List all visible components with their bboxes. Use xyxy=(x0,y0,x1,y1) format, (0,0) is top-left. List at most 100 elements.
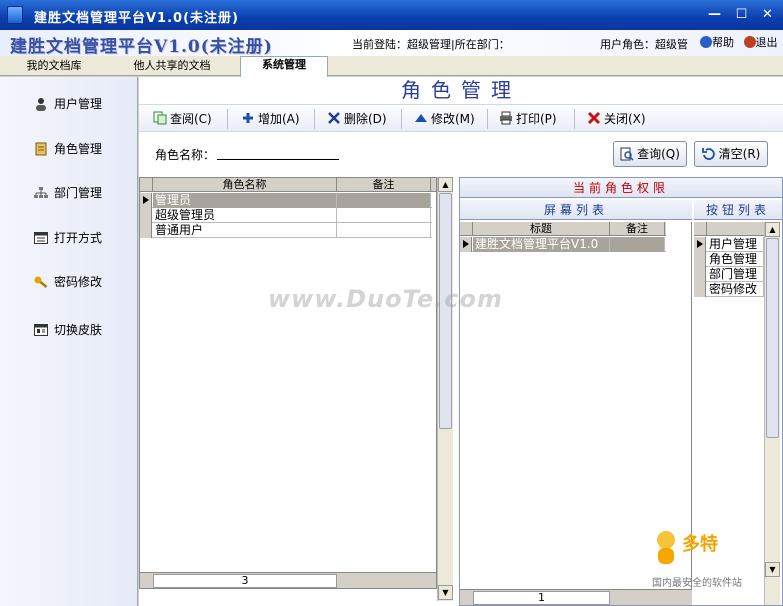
cell-role-name: 管理员 xyxy=(153,193,337,208)
printer-icon xyxy=(500,111,512,125)
exit-icon[interactable] xyxy=(743,36,756,48)
sidebar-item-label: 打开方式 xyxy=(54,231,103,245)
sidebar-item-label: 部门管理 xyxy=(54,186,103,200)
role-info: 用户角色：超级管 xyxy=(600,36,688,52)
row-indicator xyxy=(694,237,706,252)
column-header-role-name[interactable]: 角色名称 xyxy=(153,178,337,192)
toolbar-separator xyxy=(314,109,315,129)
edit-button[interactable]: 修改(M) xyxy=(414,109,475,129)
search-row: 角色名称： 查询(Q) 清空(R) xyxy=(139,134,783,172)
toolbar-separator xyxy=(227,109,228,129)
brand-title: 建胜文档管理平台V1.0(未注册) xyxy=(10,37,273,57)
key-icon xyxy=(34,276,48,288)
tab-system[interactable]: 系统管理 xyxy=(240,56,328,77)
row-indicator xyxy=(694,252,706,267)
cell-button-name: 用户管理 xyxy=(707,237,764,252)
minimize-button[interactable]: — xyxy=(704,5,725,26)
cell-button-name: 部门管理 xyxy=(707,267,764,282)
user-icon xyxy=(36,98,46,111)
app-header: 建胜文档管理平台V1.0(未注册) 当前登陆：超级管理|所在部门： 用户角色：超… xyxy=(0,30,783,57)
edit-label: 修改(M) xyxy=(431,112,475,126)
table-row[interactable]: 管理员 xyxy=(140,193,432,208)
mascot-icon xyxy=(657,531,675,564)
screen-count: 1 xyxy=(473,591,610,605)
cell-note xyxy=(337,193,431,208)
row-indicator xyxy=(694,267,706,282)
grid-corner xyxy=(694,222,707,236)
table-row[interactable]: 建胜文档管理平台V1.0 xyxy=(460,237,666,252)
role-icon xyxy=(35,142,47,156)
title-bar: 建胜文档管理平台V1.0(未注册) — ☐ ✕ xyxy=(0,0,783,30)
role-name-label: 角色名称： xyxy=(155,148,216,162)
close-window-button[interactable]: ✕ xyxy=(757,5,778,26)
toolbar-separator xyxy=(574,109,575,129)
delete-label: 删除(D) xyxy=(344,112,387,126)
tab-my-docs[interactable]: 我的文档库 xyxy=(4,58,104,76)
print-label: 打印(P) xyxy=(516,112,557,126)
clear-button[interactable]: 清空(R) xyxy=(694,141,768,167)
brand-tagline: 国内最安全的软件站 xyxy=(652,578,742,589)
app-icon xyxy=(7,6,23,24)
cell-screen-title: 建胜文档管理平台V1.0 xyxy=(473,237,610,252)
list-item[interactable]: 角色管理 xyxy=(694,252,764,267)
table-row[interactable]: 超级管理员 xyxy=(140,208,432,223)
skin-icon xyxy=(34,324,48,336)
site-brandmark: 多特 国内最安全的软件站 xyxy=(652,530,780,590)
cell-note xyxy=(610,237,665,252)
exit-link[interactable]: 退出 xyxy=(756,36,778,49)
scroll-thumb[interactable] xyxy=(766,238,779,438)
row-indicator xyxy=(140,223,152,238)
grid-header: 角色名称 备注 xyxy=(140,178,436,192)
column-header-note[interactable]: 备注 xyxy=(337,178,431,192)
login-label: 当前登陆： xyxy=(352,38,407,51)
table-row[interactable]: 普通用户 xyxy=(140,223,432,238)
sidebar-item-label: 角色管理 xyxy=(54,142,103,156)
scroll-down-button[interactable]: ▼ xyxy=(438,585,453,600)
query-label: 查询(Q) xyxy=(637,147,680,161)
close-button[interactable]: 关闭(X) xyxy=(587,109,646,129)
role-value: 超级管 xyxy=(655,38,688,51)
print-button[interactable]: 打印(P) xyxy=(499,109,557,129)
list-item[interactable]: 密码修改 xyxy=(694,282,764,297)
plus-icon xyxy=(243,113,253,123)
tab-shared-docs[interactable]: 他人共享的文档 xyxy=(110,58,234,76)
row-indicator xyxy=(140,193,152,208)
row-indicator xyxy=(694,282,706,297)
maximize-button[interactable]: ☐ xyxy=(731,5,752,26)
grid-corner xyxy=(140,178,153,192)
delete-button[interactable]: 删除(D) xyxy=(327,109,387,129)
scroll-up-button[interactable]: ▲ xyxy=(765,222,780,237)
help-link[interactable]: 帮助 xyxy=(712,36,734,49)
close-icon xyxy=(587,111,601,125)
list-item[interactable]: 用户管理 xyxy=(694,237,764,252)
help-icon[interactable] xyxy=(700,36,712,48)
scroll-up-button[interactable]: ▲ xyxy=(438,177,453,192)
button-list-header: 按钮列表 xyxy=(694,200,782,220)
sidebar-item-label: 用户管理 xyxy=(54,97,103,111)
sidebar: 用户管理 角色管理 部门管理 打开方式 密码修改 切换皮肤 xyxy=(0,77,138,606)
window-title: 建胜文档管理平台V1.0(未注册) xyxy=(34,11,239,26)
view-button[interactable]: 查阅(C) xyxy=(153,109,212,129)
main-content: 角色管理 查阅(C) 增加(A) 删除(D) 修改(M) 打印(P) 关闭(X)… xyxy=(139,77,783,606)
dept-label: 所在部门： xyxy=(454,38,510,51)
window-icon xyxy=(34,232,48,244)
add-button[interactable]: 增加(A) xyxy=(241,109,300,129)
roles-count: 3 xyxy=(153,574,337,588)
query-button[interactable]: 查询(Q) xyxy=(613,141,687,167)
roles-grid-scrollbar[interactable]: ▲ ▼ xyxy=(437,177,453,601)
brand-name: 多特 xyxy=(682,534,718,555)
grid-header xyxy=(694,222,764,236)
page-title: 角色管理 xyxy=(401,78,521,102)
cell-button-name: 角色管理 xyxy=(707,252,764,267)
cell-role-name: 超级管理员 xyxy=(153,208,337,223)
triangle-up-icon xyxy=(415,114,427,122)
toolbar: 查阅(C) 增加(A) 删除(D) 修改(M) 打印(P) 关闭(X) xyxy=(139,104,783,132)
role-name-input[interactable] xyxy=(217,144,339,160)
column-header-title[interactable]: 标题 xyxy=(473,222,610,236)
roles-grid-footer: 3 xyxy=(140,572,436,588)
list-item[interactable]: 部门管理 xyxy=(694,267,764,282)
login-user: 超级管理 xyxy=(407,38,451,51)
screen-list-header: 屏幕列表 xyxy=(460,200,692,220)
grid-corner xyxy=(460,222,473,236)
column-header-note[interactable]: 备注 xyxy=(610,222,665,236)
